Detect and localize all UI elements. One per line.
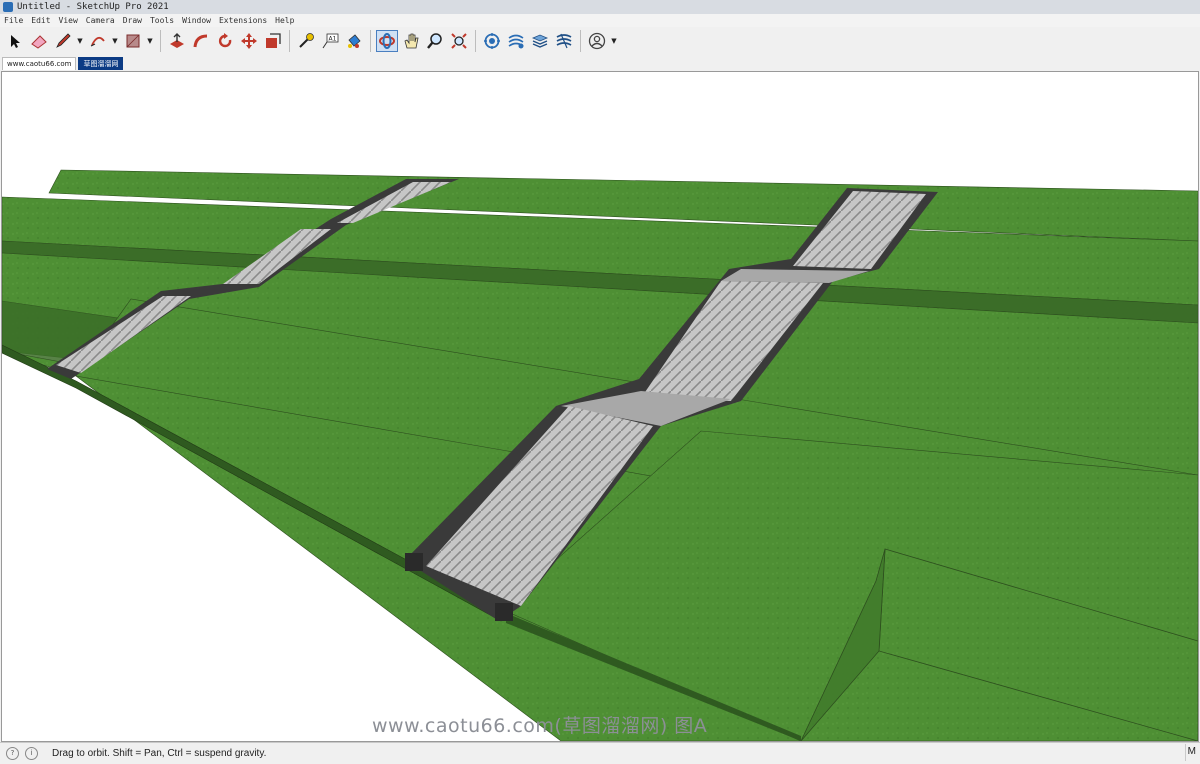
watermark: www.caotu66.com(草图溜溜网) 图A: [372, 715, 708, 737]
chevron-down-icon: ▼: [611, 37, 617, 45]
eraser-tool-button[interactable]: [28, 30, 50, 52]
eraser-icon: [31, 35, 47, 49]
push-pull-tool-button[interactable]: [166, 30, 188, 52]
tape-measure-tool-button[interactable]: [295, 30, 317, 52]
tape-measure-icon: [299, 33, 314, 48]
layers-tool-button[interactable]: [529, 30, 551, 52]
window-title: Untitled - SketchUp Pro 2021: [17, 2, 169, 12]
sandbox-tool-button[interactable]: [505, 30, 527, 52]
right-stair-post-left: [405, 553, 423, 571]
follow-me-icon: [193, 34, 208, 48]
zoom-tool-button[interactable]: [424, 30, 446, 52]
model-viewport[interactable]: [1, 71, 1199, 742]
menu-view[interactable]: View: [55, 16, 82, 25]
svg-text:A1: A1: [329, 36, 337, 43]
text-tool-button[interactable]: A1: [319, 30, 341, 52]
title-bar: Untitled - SketchUp Pro 2021: [0, 0, 1200, 14]
toolbar-separator: [475, 30, 476, 52]
sandbox-icon: [508, 34, 524, 49]
menu-draw[interactable]: Draw: [119, 16, 146, 25]
chevron-down-icon: ▼: [112, 37, 118, 45]
pan-tool-button[interactable]: [400, 30, 422, 52]
account-icon: [588, 32, 606, 50]
terrain-tool-button[interactable]: [553, 30, 575, 52]
pencil-dropdown[interactable]: ▼: [76, 30, 84, 52]
rotate-tool-button[interactable]: [214, 30, 236, 52]
chevron-down-icon: ▼: [77, 37, 83, 45]
chevron-down-icon: ▼: [147, 37, 153, 45]
move-icon: [241, 33, 257, 49]
zoom-icon: [427, 33, 442, 49]
menu-edit[interactable]: Edit: [27, 16, 54, 25]
rotate-icon: [218, 33, 232, 48]
layers-icon: [531, 34, 549, 48]
toolbar-separator: [370, 30, 371, 52]
menu-help[interactable]: Help: [271, 16, 298, 25]
rectangle-icon: [126, 34, 140, 48]
rectangle-dropdown[interactable]: ▼: [146, 30, 154, 52]
geo-location-tool-button[interactable]: [481, 30, 503, 52]
select-icon: [11, 35, 20, 48]
help-icon[interactable]: ?: [6, 747, 19, 760]
menu-bar: File Edit View Camera Draw Tools Window …: [0, 14, 1200, 27]
account-dropdown[interactable]: ▼: [610, 30, 618, 52]
pencil-tool-button[interactable]: [52, 30, 74, 52]
paint-bucket-tool-button[interactable]: [343, 30, 365, 52]
offset-icon: [266, 33, 281, 48]
status-divider: [1185, 744, 1186, 761]
zoom-extents-icon: [451, 33, 467, 49]
menu-file[interactable]: File: [0, 16, 27, 25]
status-bar: ? i Drag to orbit. Shift = Pan, Ctrl = s…: [0, 742, 1200, 764]
orbit-tool-button[interactable]: [376, 30, 398, 52]
sketchup-logo-icon: [3, 2, 13, 12]
text-icon: A1: [322, 33, 339, 49]
account-button[interactable]: [586, 30, 608, 52]
measurements-label: M: [1187, 746, 1196, 757]
toolbar-separator: [580, 30, 581, 52]
geo-location-icon: [484, 33, 500, 49]
select-tool-button[interactable]: [4, 30, 26, 52]
push-pull-icon: [170, 33, 184, 48]
scene-tabs: www.caotu66.com 草图溜溜网: [0, 56, 1200, 70]
paint-bucket-icon: [348, 34, 361, 48]
pencil-icon: [56, 33, 71, 48]
model-scene: [2, 169, 1198, 741]
move-tool-button[interactable]: [238, 30, 260, 52]
menu-tools[interactable]: Tools: [146, 16, 178, 25]
pan-icon: [404, 33, 419, 49]
menu-window[interactable]: Window: [178, 16, 215, 25]
follow-me-tool-button[interactable]: [190, 30, 212, 52]
info-icon[interactable]: i: [25, 747, 38, 760]
terrain-icon: [556, 33, 572, 49]
toolbar: ▼ ▼ ▼ A1 ▼: [0, 27, 1200, 55]
right-stair-post-right: [495, 603, 513, 621]
orbit-icon: [379, 33, 395, 49]
offset-tool-button[interactable]: [262, 30, 284, 52]
tab-caotu-liuliu[interactable]: 草图溜溜网: [78, 57, 124, 70]
arc-tool-button[interactable]: [87, 30, 109, 52]
menu-camera[interactable]: Camera: [82, 16, 119, 25]
status-hint: Drag to orbit. Shift = Pan, Ctrl = suspe…: [52, 748, 267, 759]
toolbar-separator: [160, 30, 161, 52]
arc-icon: [90, 36, 105, 47]
rectangle-tool-button[interactable]: [122, 30, 144, 52]
tab-caotu66[interactable]: www.caotu66.com: [2, 57, 77, 70]
menu-extensions[interactable]: Extensions: [215, 16, 271, 25]
arc-dropdown[interactable]: ▼: [111, 30, 119, 52]
toolbar-separator: [289, 30, 290, 52]
zoom-extents-tool-button[interactable]: [448, 30, 470, 52]
